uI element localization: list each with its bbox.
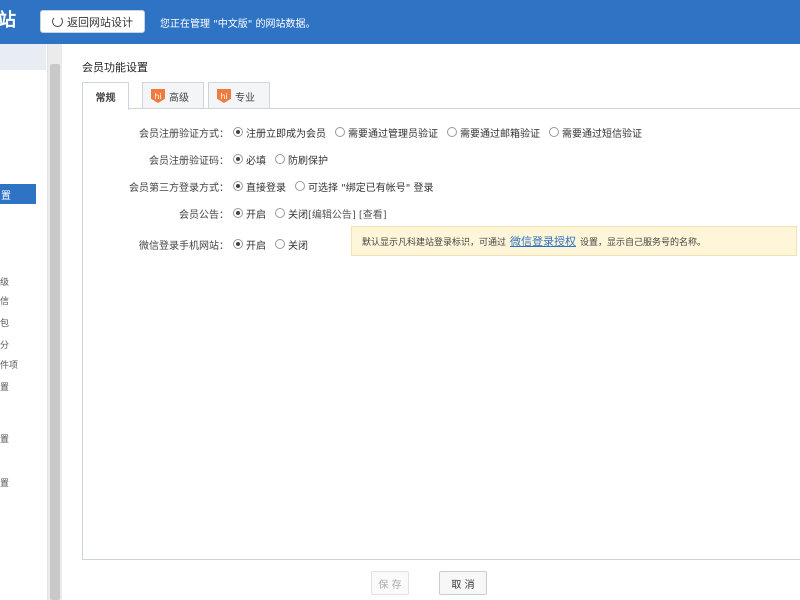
- wechat-tip-box: 默认显示凡科建站登录标识，可通过 微信登录授权 设置，显示自己服务号的名称。: [351, 226, 797, 256]
- option-label: 防刷保护: [288, 155, 328, 167]
- form-row-captcha: 会员注册验证码： 必填 防刷保护: [83, 150, 800, 168]
- sidebar-item[interactable]: 信: [0, 294, 9, 307]
- wechat-authorization-link[interactable]: 微信登录授权: [510, 233, 576, 249]
- managing-notice: 您正在管理 "中文版" 的网站数据。: [160, 19, 316, 30]
- option-instant-member[interactable]: 注册立即成为会员: [233, 125, 326, 140]
- option-admin-verify[interactable]: 需要通过管理员验证: [335, 125, 438, 140]
- option-label: 直接登录: [246, 182, 286, 194]
- view-announcement-link[interactable]: [查看]: [359, 206, 387, 221]
- main-content: 会员功能设置 常规 hi 高级 hi 专业 会员注册验证方式： 注册立即成为会员…: [62, 44, 800, 600]
- sidebar-item[interactable]: 置: [0, 432, 9, 445]
- option-label: 注册立即成为会员: [246, 128, 326, 140]
- option-announcement-on[interactable]: 开启: [233, 206, 266, 221]
- radio[interactable]: [275, 154, 285, 164]
- option-direct-login[interactable]: 直接登录: [233, 179, 286, 194]
- row-label: 微信登录手机网站：: [139, 240, 229, 252]
- option-sms-verify[interactable]: 需要通过短信验证: [549, 125, 642, 140]
- sidebar-item[interactable]: 置: [0, 476, 9, 489]
- option-bind-account[interactable]: 可选择 "绑定已有帐号" 登录: [295, 179, 434, 194]
- radio-selected[interactable]: [233, 127, 243, 137]
- form-row-third-party-login: 会员第三方登录方式： 直接登录 可选择 "绑定已有帐号" 登录: [83, 177, 800, 195]
- tab-advanced[interactable]: hi 高级: [142, 82, 204, 109]
- sidebar: 置 级 信 包 分 件项 置 置 置: [0, 44, 48, 600]
- option-label: 开启: [246, 240, 266, 252]
- back-button-label: 返回网站设计: [67, 15, 133, 29]
- sidebar-item[interactable]: 件项: [0, 358, 18, 371]
- back-to-site-design-button[interactable]: 返回网站设计: [40, 10, 145, 33]
- sidebar-item[interactable]: 置: [0, 380, 9, 393]
- radio[interactable]: [335, 127, 345, 137]
- premium-badge-icon: hi: [217, 89, 231, 103]
- sidebar-item[interactable]: 分: [0, 338, 9, 351]
- row-label: 会员第三方登录方式：: [129, 182, 229, 194]
- option-wechat-on[interactable]: 开启: [233, 237, 266, 252]
- sidebar-item-active[interactable]: 置: [0, 184, 36, 204]
- option-label: 必填: [246, 155, 266, 167]
- radio[interactable]: [549, 127, 559, 137]
- sidebar-top-band: [0, 44, 46, 70]
- radio[interactable]: [447, 127, 457, 137]
- scrollbar-thumb[interactable]: [50, 64, 60, 600]
- option-required[interactable]: 必填: [233, 152, 266, 167]
- option-wechat-off[interactable]: 关闭: [275, 237, 308, 252]
- option-anti-spam[interactable]: 防刷保护: [275, 152, 328, 167]
- save-button[interactable]: 保 存: [371, 571, 409, 595]
- radio[interactable]: [295, 181, 305, 191]
- form-row-registration-verify: 会员注册验证方式： 注册立即成为会员 需要通过管理员验证 需要通过邮箱验证 需要…: [83, 123, 800, 141]
- radio-selected[interactable]: [233, 154, 243, 164]
- tip-text-after: 设置，显示自己服务号的名称。: [580, 237, 707, 248]
- tab-label: 专业: [235, 92, 255, 104]
- row-label: 会员公告：: [179, 209, 229, 221]
- radio-selected[interactable]: [233, 181, 243, 191]
- option-email-verify[interactable]: 需要通过邮箱验证: [447, 125, 540, 140]
- option-label: 可选择 "绑定已有帐号" 登录: [308, 182, 434, 194]
- tab-label: 高级: [169, 92, 189, 104]
- top-bar: 站 返回网站设计 您正在管理 "中文版" 的网站数据。: [0, 0, 800, 44]
- premium-badge-icon: hi: [151, 89, 165, 103]
- edit-announcement-link[interactable]: [编辑公告]: [308, 206, 356, 221]
- form-row-announcement: 会员公告： 开启 关闭 [编辑公告] [查看]: [83, 204, 800, 222]
- option-label: 需要通过短信验证: [562, 128, 642, 140]
- tab-professional[interactable]: hi 专业: [208, 82, 270, 109]
- option-label: 关闭: [288, 240, 308, 252]
- option-label: 需要通过邮箱验证: [460, 128, 540, 140]
- tab-label: 常规: [95, 93, 116, 104]
- settings-panel: 会员注册验证方式： 注册立即成为会员 需要通过管理员验证 需要通过邮箱验证 需要…: [82, 108, 800, 560]
- row-label: 会员注册验证码：: [149, 155, 229, 167]
- option-label: 关闭: [288, 209, 308, 221]
- row-label: 会员注册验证方式：: [139, 128, 229, 140]
- radio-selected[interactable]: [233, 239, 243, 249]
- option-announcement-off[interactable]: 关闭: [275, 206, 308, 221]
- cancel-button[interactable]: 取 消: [439, 571, 487, 595]
- option-label: 开启: [246, 209, 266, 221]
- radio[interactable]: [275, 208, 285, 218]
- option-label: 需要通过管理员验证: [348, 128, 438, 140]
- radio-selected[interactable]: [233, 208, 243, 218]
- section-title: 会员功能设置: [82, 61, 148, 74]
- sidebar-item[interactable]: 包: [0, 316, 9, 329]
- refresh-icon: [52, 16, 63, 27]
- radio[interactable]: [275, 239, 285, 249]
- tip-text-before: 默认显示凡科建站登录标识，可通过: [362, 237, 507, 248]
- brand-logo-text: 站: [0, 10, 16, 31]
- sidebar-item[interactable]: 级: [0, 275, 9, 288]
- tab-general[interactable]: 常规: [82, 82, 129, 110]
